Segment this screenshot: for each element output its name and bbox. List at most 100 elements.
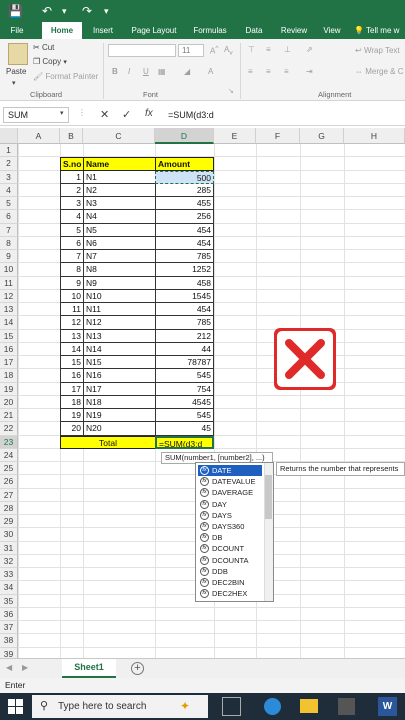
row-header[interactable]: 38 [0,634,18,648]
total-label-cell[interactable]: Total [60,435,156,449]
cell-amount[interactable]: 4545 [155,395,214,409]
row-header[interactable]: 28 [0,501,18,515]
cell-amount[interactable]: 785 [155,316,214,330]
row-header[interactable]: 7 [0,223,18,237]
cell-sno[interactable]: 6 [60,236,84,250]
row-header[interactable]: 14 [0,316,18,330]
tell-me-search[interactable]: 💡 Tell me w [354,22,405,39]
cell-sno[interactable]: 7 [60,250,84,264]
cell-amount[interactable]: 1545 [155,289,214,303]
merge-center-button[interactable]: ⇔ Merge & C [355,67,403,76]
borders-icon[interactable]: ▦ [158,67,166,76]
row-header[interactable]: 26 [0,475,18,489]
cell-sno[interactable]: 10 [60,289,84,303]
cell-amount[interactable]: 454 [155,223,214,237]
cell-name[interactable]: N7 [83,250,156,264]
autocomplete-item[interactable]: fx DAYS360 [198,521,262,532]
tab-data[interactable]: Data [240,22,268,39]
header-cell-sno[interactable]: S.no [60,157,84,171]
cell-name[interactable]: N18 [83,395,156,409]
row-header[interactable]: 24 [0,448,18,462]
row-header[interactable]: 37 [0,621,18,635]
cell-sno[interactable]: 14 [60,342,84,356]
tab-view[interactable]: View [318,22,346,39]
cell-amount[interactable]: 455 [155,197,214,211]
cell-amount[interactable]: 212 [155,329,214,343]
cut-button[interactable]: ✂ Cut [33,43,54,52]
orientation-icon[interactable]: ⇗ [306,45,313,54]
add-sheet-button[interactable]: + [131,662,144,675]
shrink-font-icon[interactable]: Av [224,45,233,57]
cell-amount[interactable]: 285 [155,183,214,197]
tab-formulas[interactable]: Formulas [188,22,232,39]
underline-button[interactable]: U [143,67,149,76]
edge-browser-icon[interactable] [264,698,281,715]
cell-amount[interactable]: 256 [155,210,214,224]
cell-sno[interactable]: 3 [60,197,84,211]
cell-amount[interactable]: 454 [155,236,214,250]
indent-icon[interactable]: ⇥ [306,67,313,76]
row-header[interactable]: 32 [0,554,18,568]
grow-font-icon[interactable]: A^ [210,45,218,56]
cell-amount[interactable]: 44 [155,342,214,356]
cell-name[interactable]: N15 [83,356,156,370]
cell-amount[interactable]: 545 [155,409,214,423]
select-all-corner[interactable] [0,128,18,144]
align-top-icon[interactable]: ⊤ [248,45,255,54]
save-icon[interactable]: 💾 [8,3,23,19]
row-header[interactable]: 10 [0,263,18,277]
align-left-icon[interactable]: ≡ [248,67,253,76]
paste-icon[interactable] [8,43,28,65]
autocomplete-item[interactable]: fx DCOUNTA [198,555,262,566]
row-header[interactable]: 3 [0,170,18,184]
row-header[interactable]: 22 [0,422,18,436]
cell-name[interactable]: N14 [83,342,156,356]
cell-amount[interactable]: 1252 [155,263,214,277]
windows-start-icon[interactable] [8,699,23,714]
autocomplete-item[interactable]: fx DAVERAGE [198,487,262,498]
paste-dropdown-icon[interactable]: ▾ [12,79,16,87]
align-right-icon[interactable]: ≡ [284,67,289,76]
header-cell-name[interactable]: Name [83,157,156,171]
font-dialog-launcher-icon[interactable]: ↘ [228,87,234,95]
bold-button[interactable]: B [112,67,118,76]
cell-sno[interactable]: 19 [60,409,84,423]
cell-name[interactable]: N5 [83,223,156,237]
row-header[interactable]: 18 [0,369,18,383]
autocomplete-item[interactable]: fx DATEVALUE [198,476,262,487]
total-formula-cell[interactable]: =SUM(d3:d [155,435,214,449]
cell-name[interactable]: N4 [83,210,156,224]
cell-name[interactable]: N16 [83,369,156,383]
row-header[interactable]: 6 [0,210,18,224]
cell-sno[interactable]: 1 [60,170,84,184]
autocomplete-item[interactable]: fx DEC2HEX [198,588,262,599]
cell-name[interactable]: N8 [83,263,156,277]
cell-name[interactable]: N19 [83,409,156,423]
row-header[interactable]: 23 [0,435,18,449]
store-icon[interactable] [338,698,355,715]
enter-icon[interactable]: ✓ [122,108,131,121]
tab-review[interactable]: Review [276,22,312,39]
autocomplete-scrollbar[interactable] [264,463,273,601]
cell-amount[interactable]: 785 [155,250,214,264]
row-header[interactable]: 16 [0,342,18,356]
redo-icon[interactable]: ↷ [82,3,92,19]
cell-name[interactable]: N10 [83,289,156,303]
cell-amount[interactable]: 500 [155,170,214,184]
row-header[interactable]: 20 [0,395,18,409]
cell-amount[interactable]: 454 [155,303,214,317]
tab-page-layout[interactable]: Page Layout [126,22,182,39]
align-center-icon[interactable]: ≡ [266,67,271,76]
row-header[interactable]: 1 [0,144,18,158]
cell-name[interactable]: N20 [83,422,156,436]
column-header-f[interactable]: F [256,128,300,144]
autocomplete-item[interactable]: fx DAYS [198,510,262,521]
format-painter-button[interactable]: 🖌 Format Painter [33,72,98,81]
row-header[interactable]: 17 [0,356,18,370]
cell-sno[interactable]: 16 [60,369,84,383]
autocomplete-item[interactable]: fx DAY [198,499,262,510]
row-header[interactable]: 30 [0,528,18,542]
row-header[interactable]: 5 [0,197,18,211]
cell-amount[interactable]: 45 [155,422,214,436]
cell-sno[interactable]: 15 [60,356,84,370]
